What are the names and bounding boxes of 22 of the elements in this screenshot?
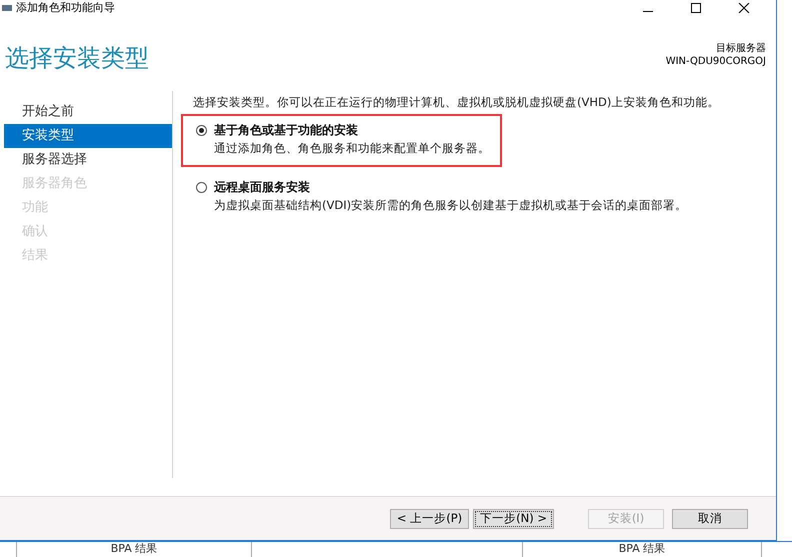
page-title: 选择安装类型 xyxy=(5,43,149,74)
target-server-name: WIN-QDU90CORGOJ xyxy=(666,55,766,68)
window-title: 添加角色和功能向导 xyxy=(16,1,115,15)
target-server-label: 目标服务器 xyxy=(715,42,766,55)
wizard-button[interactable]: 下一步(N) > xyxy=(473,508,554,528)
wizard-button[interactable]: < 上一步(P) xyxy=(390,508,470,528)
option-title: 基于角色或基于功能的安装 xyxy=(214,122,358,138)
radio-button[interactable] xyxy=(196,182,207,192)
radio-button[interactable] xyxy=(196,124,207,136)
wizard-step[interactable]: 开始之前 xyxy=(4,100,172,124)
close-icon[interactable] xyxy=(738,3,750,13)
app-icon xyxy=(2,4,12,12)
instruction-text: 选择安装类型。你可以在正在运行的物理计算机、虚拟机或脱机虚拟硬盘(VHD)上安装角色和功能。 xyxy=(193,94,720,110)
maximize-icon[interactable] xyxy=(690,3,702,13)
option-description: 为虚拟桌面基础结构(VDI)安装所需的角色服务以创建基于虚拟机或基于会话的桌面部署。 xyxy=(214,197,688,214)
option-description: 通过添加角色、角色服务和功能来配置单个服务器。 xyxy=(214,140,490,157)
wizard-button[interactable]: 取消 xyxy=(672,508,748,528)
column-header: BPA 结果 xyxy=(110,542,158,557)
wizard-step[interactable]: 安装类型 xyxy=(4,124,172,148)
wizard-step[interactable]: 服务器选择 xyxy=(4,148,172,172)
option-title: 远程桌面服务安装 xyxy=(214,179,310,195)
column-header: BPA 结果 xyxy=(618,542,666,557)
